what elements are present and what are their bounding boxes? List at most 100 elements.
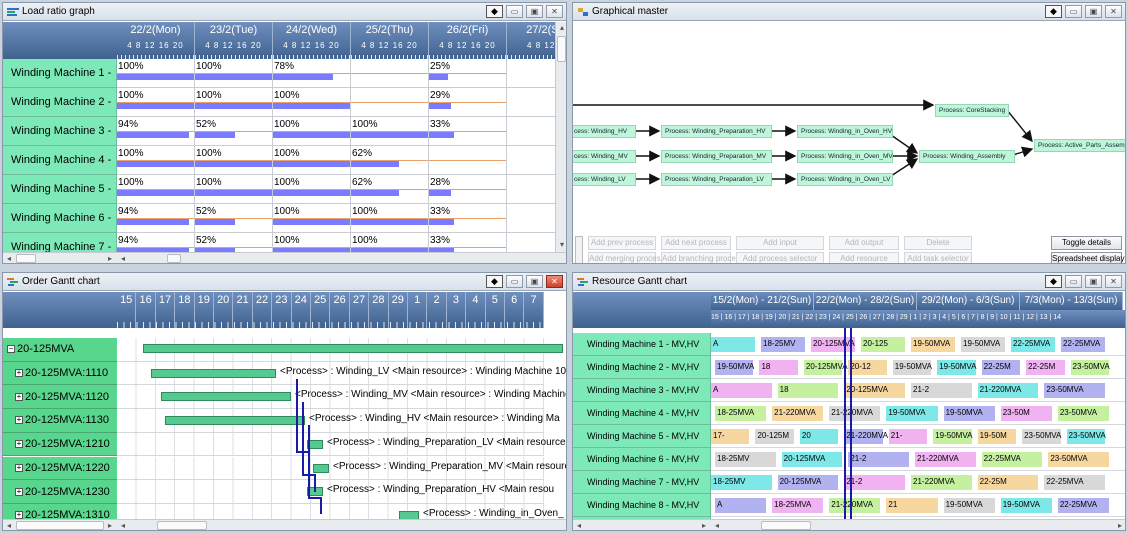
load-ratio-vscroll[interactable]: ▴ ▾: [555, 22, 566, 252]
order-row[interactable]: +20-125MVA:1210: [3, 432, 117, 457]
minimize-button[interactable]: ▭: [1065, 275, 1082, 288]
order-summary-bar[interactable]: [143, 344, 563, 353]
load-cell[interactable]: 100%: [117, 59, 195, 88]
process-active-parts[interactable]: Process: Active_Parts_Assembl: [1034, 139, 1125, 152]
load-cell[interactable]: 94%: [117, 117, 195, 146]
load-cell[interactable]: 100%: [351, 204, 429, 233]
add-task-selector-button[interactable]: Add task selector: [904, 252, 972, 263]
load-cell[interactable]: 25%: [429, 59, 507, 88]
machine-label[interactable]: Winding Machine 4 -: [3, 146, 117, 175]
add-branching-process-button[interactable]: Add branching process: [661, 252, 744, 263]
expand-icon[interactable]: +: [15, 416, 23, 425]
order-row[interactable]: +20-125MVA:1120: [3, 385, 117, 410]
load-cell[interactable]: 33%: [429, 117, 507, 146]
load-cell[interactable]: 100%: [273, 146, 351, 175]
maximize-button[interactable]: ▣: [526, 275, 543, 288]
expand-icon[interactable]: +: [15, 440, 23, 449]
load-cell[interactable]: 94%: [117, 204, 195, 233]
delete-button[interactable]: Delete: [904, 236, 972, 250]
maximize-button[interactable]: ▣: [1085, 5, 1102, 18]
resource-label[interactable]: Winding Machine 3 - MV,HV: [573, 379, 711, 402]
task-bar[interactable]: [165, 416, 305, 426]
pin-icon[interactable]: ◆: [486, 5, 503, 18]
machine-label[interactable]: Winding Machine 3 -: [3, 117, 117, 146]
add-next-process-button[interactable]: Add next process: [661, 236, 731, 250]
add-input-button[interactable]: Add input: [736, 236, 824, 250]
resource-task-block[interactable]: [715, 498, 767, 513]
load-cell[interactable]: 78%: [273, 59, 351, 88]
task-bar[interactable]: [307, 439, 323, 449]
load-cell[interactable]: 100%: [273, 204, 351, 233]
machine-label[interactable]: Winding Machine 5 -: [3, 175, 117, 204]
load-cell[interactable]: [351, 59, 429, 88]
minimize-button[interactable]: ▭: [506, 275, 523, 288]
expand-icon[interactable]: +: [15, 369, 23, 378]
pin-icon[interactable]: ◆: [1045, 275, 1062, 288]
load-cell[interactable]: 52%: [195, 117, 273, 146]
resource-label[interactable]: Winding Machine 1 - MV,HV: [573, 333, 711, 356]
order-gantt-hscroll-right[interactable]: ◂: [117, 519, 566, 530]
load-cell[interactable]: 52%: [195, 204, 273, 233]
process-winding-lv[interactable]: cess: Winding_LV: [573, 173, 636, 186]
minimize-button[interactable]: ▭: [1065, 5, 1082, 18]
process-oven-mv[interactable]: Process: Winding_in_Oven_MV: [797, 150, 893, 163]
process-winding-mv[interactable]: cess: Winding_MV: [573, 150, 636, 163]
toggle-details-button[interactable]: Toggle details: [1051, 236, 1122, 250]
spreadsheet-display-button[interactable]: Spreadsheet display: [1051, 252, 1125, 263]
machine-label[interactable]: Winding Machine 2 -: [3, 88, 117, 117]
load-cell[interactable]: 100%: [117, 175, 195, 204]
resource-label[interactable]: Winding Machine 4 - MV,HV: [573, 402, 711, 425]
load-cell[interactable]: 100%: [273, 117, 351, 146]
expand-icon[interactable]: +: [15, 463, 23, 472]
load-cell[interactable]: 62%: [351, 175, 429, 204]
resource-label[interactable]: Winding Machine 7 - MV,HV: [573, 471, 711, 494]
add-prev-process-button[interactable]: Add prev process: [588, 236, 656, 250]
resource-label[interactable]: Winding Machine 5 - MV,HV: [573, 425, 711, 448]
load-cell[interactable]: 100%: [273, 88, 351, 117]
load-cell[interactable]: 100%: [117, 146, 195, 175]
load-cell[interactable]: 100%: [195, 59, 273, 88]
resource-gantt-titlebar[interactable]: Resource Gantt chart ◆ ▭ ▣ ✕: [573, 273, 1125, 291]
collapse-icon[interactable]: −: [7, 345, 15, 354]
load-ratio-titlebar[interactable]: Load ratio graph ◆ ▭ ▣ ✕: [3, 3, 566, 21]
process-winding-hv[interactable]: cess: Winding_HV: [573, 125, 636, 138]
load-cell[interactable]: 62%: [351, 146, 429, 175]
graphical-master-titlebar[interactable]: Graphical master ◆ ▭ ▣ ✕: [573, 3, 1125, 21]
pin-icon[interactable]: ◆: [486, 275, 503, 288]
pin-icon[interactable]: ◆: [1045, 5, 1062, 18]
process-oven-hv[interactable]: Process: Winding_in_Oven_HV: [797, 125, 893, 138]
task-bar[interactable]: [151, 368, 276, 378]
add-output-button[interactable]: Add output: [829, 236, 899, 250]
expand-icon[interactable]: +: [15, 487, 23, 496]
resource-label[interactable]: Winding Machine 8 - MV,HV: [573, 494, 711, 517]
add-process-selector-button[interactable]: Add process selector: [736, 252, 824, 263]
process-oven-lv[interactable]: Process: Winding_in_Oven_LV: [797, 173, 893, 186]
load-cell[interactable]: [429, 146, 507, 175]
load-cell[interactable]: 100%: [195, 175, 273, 204]
resource-task-block[interactable]: [711, 383, 772, 398]
machine-label[interactable]: Winding Machine 6 -: [3, 204, 117, 233]
load-cell[interactable]: 100%: [351, 117, 429, 146]
load-cell[interactable]: 100%: [195, 88, 273, 117]
process-core-stacking[interactable]: Process: CoreStacking: [935, 104, 1009, 117]
resource-label[interactable]: Winding Machine 6 - MV,HV: [573, 448, 711, 471]
load-cell[interactable]: 33%: [429, 204, 507, 233]
load-ratio-hscroll-left[interactable]: ◂ ▸: [3, 252, 117, 263]
process-prep-lv[interactable]: Process: Winding_Preparation_LV: [661, 173, 772, 186]
expand-icon[interactable]: +: [15, 392, 23, 401]
close-button[interactable]: ✕: [1105, 5, 1122, 18]
order-gantt-titlebar[interactable]: Order Gantt chart ◆ ▭ ▣ ✕: [3, 273, 566, 291]
process-assembly[interactable]: Process: Winding_Assembly: [919, 150, 1015, 163]
load-cell[interactable]: 100%: [117, 88, 195, 117]
task-bar[interactable]: [307, 487, 323, 497]
load-ratio-hscroll-right[interactable]: ◂: [117, 252, 566, 263]
process-prep-hv[interactable]: Process: Winding_Preparation_HV: [661, 125, 772, 138]
add-resource-button[interactable]: Add resource: [829, 252, 899, 263]
splitter-handle[interactable]: [575, 236, 583, 263]
close-button[interactable]: ✕: [546, 275, 563, 288]
process-prep-mv[interactable]: Process: Winding_Preparation_MV: [661, 150, 772, 163]
resource-gantt-hscroll-right[interactable]: ◂ ▸: [711, 519, 1125, 530]
order-gantt-hscroll-left[interactable]: ◂ ▸: [3, 519, 117, 530]
add-merging-process-button[interactable]: Add merging process: [588, 252, 665, 263]
load-cell[interactable]: [351, 88, 429, 117]
